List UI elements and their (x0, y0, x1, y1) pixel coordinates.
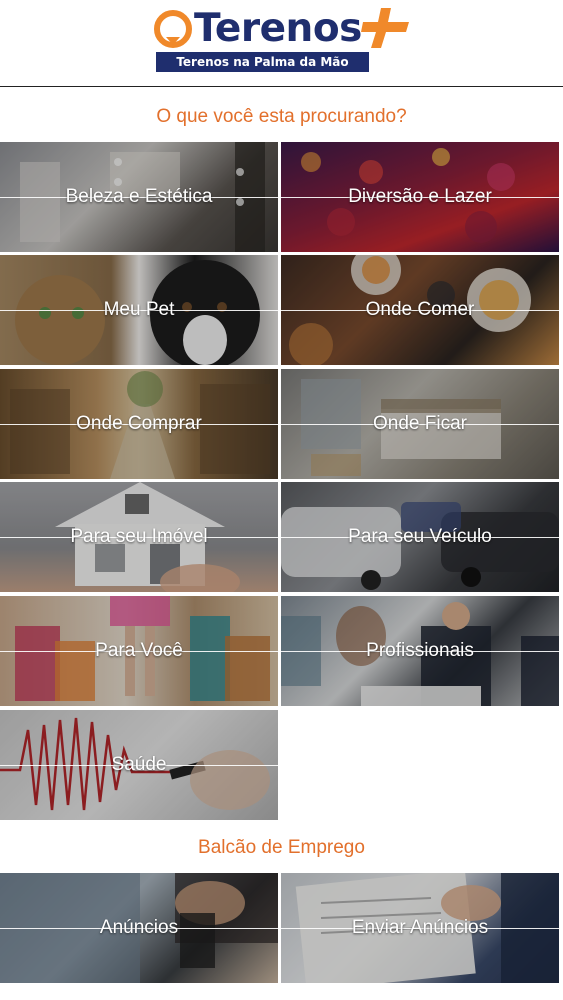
category-label: Onde Comer (365, 299, 475, 320)
category-label: Onde Comprar (76, 413, 202, 434)
category-para-seu-imovel[interactable]: Para seu Imóvel (0, 482, 278, 592)
category-label: Meu Pet (103, 299, 175, 320)
category-onde-comer[interactable]: Onde Comer (281, 255, 559, 365)
category-para-voce[interactable]: Para Você (0, 596, 278, 706)
search-section-title: O que você esta procurando? (156, 106, 407, 127)
category-profissionais[interactable]: Profissionais (281, 596, 559, 706)
category-label: Onde Ficar (373, 413, 467, 434)
jobs-label: Anúncios (99, 917, 179, 938)
category-diversao-lazer[interactable]: Diversão e Lazer (281, 142, 559, 252)
category-label: Diversão e Lazer (348, 186, 492, 207)
category-onde-ficar[interactable]: Onde Ficar (281, 369, 559, 479)
category-para-seu-veiculo[interactable]: Para seu Veículo (281, 482, 559, 592)
category-label: Beleza e Estética (65, 186, 213, 207)
logo-tagline: Terenos na Palma da Mão (156, 52, 369, 72)
jobs-section-title: Balcão de Emprego (198, 837, 365, 858)
plus-icon (361, 8, 409, 48)
jobs-label: Enviar Anúncios (351, 917, 489, 938)
category-meu-pet[interactable]: Meu Pet (0, 255, 278, 365)
category-label: Profissionais (366, 640, 474, 661)
category-beleza-estetica[interactable]: Beleza e Estética (0, 142, 278, 252)
category-label: Para Você (95, 640, 183, 661)
map-pin-icon (154, 10, 192, 48)
category-onde-comprar[interactable]: Onde Comprar (0, 369, 278, 479)
logo-wordmark: Terenos (194, 6, 362, 51)
category-label: Para seu Imóvel (70, 526, 208, 547)
category-label: Para seu Veículo (348, 526, 492, 547)
category-saude[interactable]: Saúde (0, 710, 278, 820)
header-divider (0, 86, 563, 87)
app-header: Terenos Terenos na Palma da Mão (0, 0, 563, 88)
jobs-enviar-anuncios[interactable]: Enviar Anúncios (281, 873, 559, 983)
category-label: Saúde (111, 754, 167, 775)
jobs-anuncios[interactable]: Anúncios (0, 873, 278, 983)
app-logo[interactable]: Terenos Terenos na Palma da Mão (154, 6, 414, 74)
